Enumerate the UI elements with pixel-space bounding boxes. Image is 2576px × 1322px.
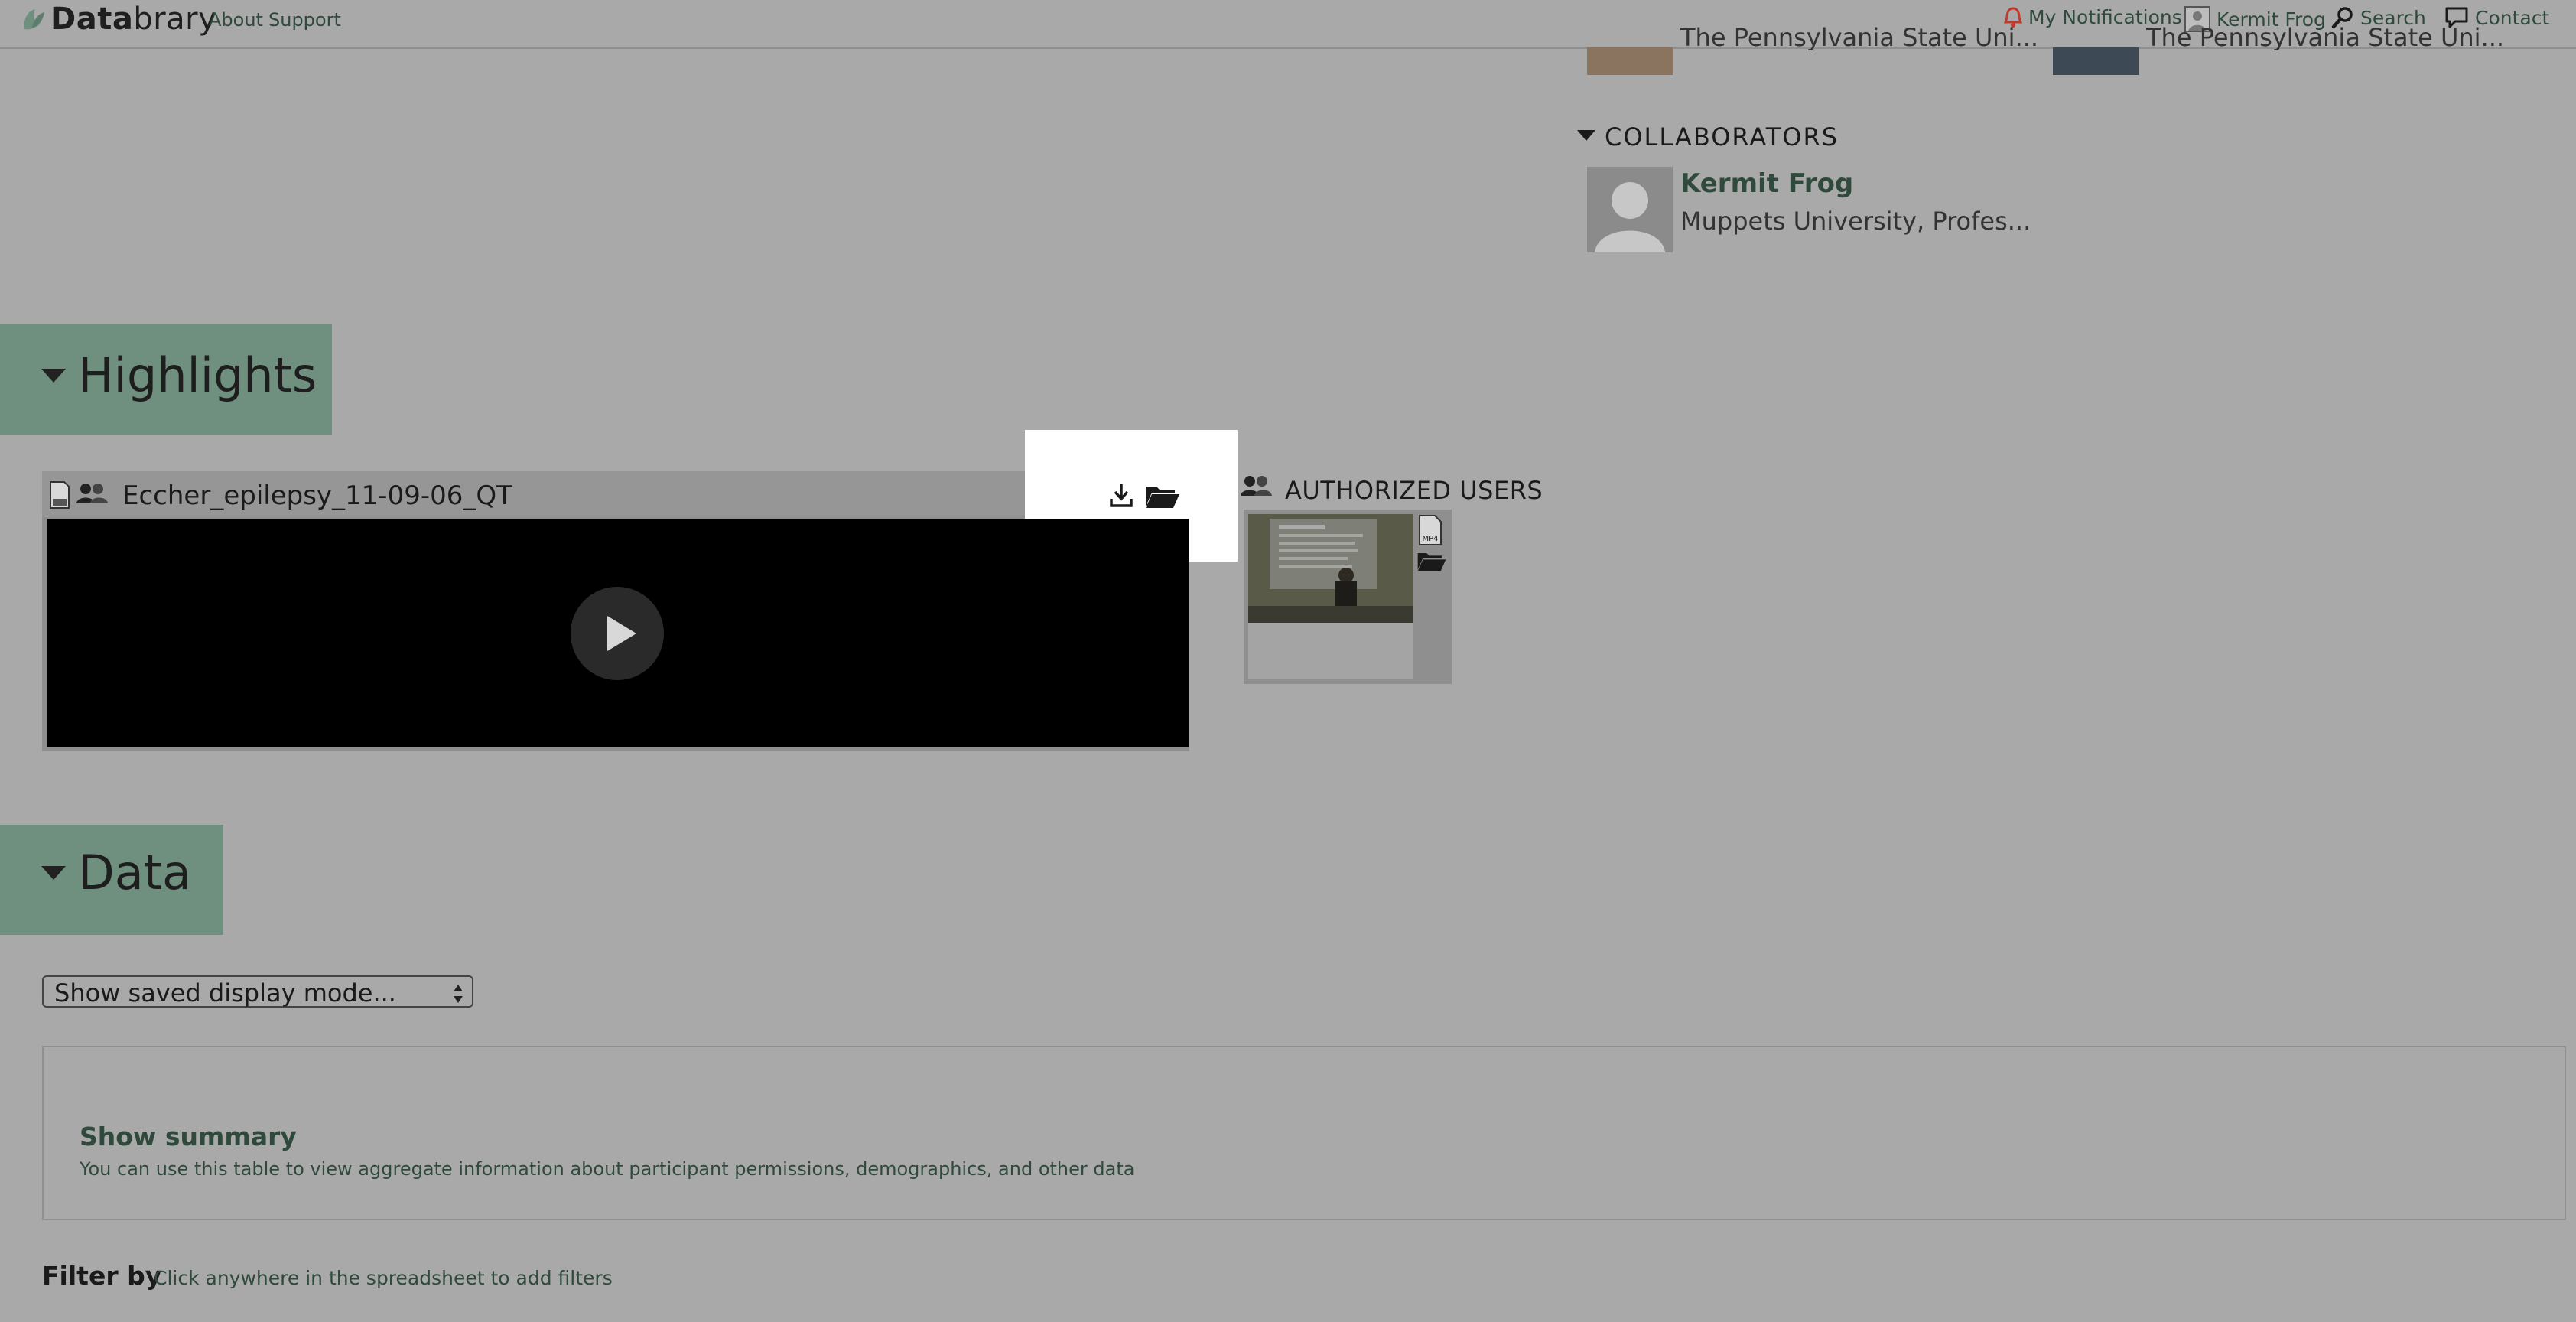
person-affiliation: The Pennsylvania State Uni...: [2146, 23, 2505, 50]
filter-hint-text: Click anywhere in the spreadsheet to add…: [154, 1267, 613, 1289]
highlights-section-header[interactable]: Highlights: [0, 324, 332, 435]
filter-by-label: Filter by: [42, 1261, 162, 1291]
open-folder-icon[interactable]: [1416, 549, 1447, 575]
person-affiliation: The Pennsylvania State Uni...: [1680, 23, 2039, 50]
avatar[interactable]: [1587, 167, 1673, 252]
brand-prefix: Data: [50, 2, 134, 37]
collapse-caret-icon[interactable]: [1577, 130, 1595, 141]
collaborator-name-link[interactable]: Kermit Frog: [1680, 168, 1853, 199]
select-arrows-icon: [452, 982, 464, 1011]
avatar[interactable]: [1587, 47, 1673, 75]
display-mode-selected-value: Show saved display mode...: [54, 978, 396, 1008]
highlights-heading: Highlights: [78, 347, 317, 403]
play-icon: [607, 616, 636, 651]
summary-panel: [42, 1046, 2566, 1220]
summary-description: You can use this table to view aggregate…: [80, 1158, 1135, 1180]
show-summary-link[interactable]: Show summary: [80, 1122, 297, 1151]
users-icon: [75, 482, 109, 508]
default-user-icon: [1587, 167, 1673, 252]
authorized-users-label: AUTHORIZED USERS: [1285, 476, 1543, 505]
display-mode-select[interactable]: Show saved display mode...: [42, 975, 473, 1008]
collaborator-affiliation: Muppets University, Profes...: [1680, 207, 2031, 236]
download-icon[interactable]: [1109, 482, 1134, 511]
play-button[interactable]: [571, 587, 664, 680]
collapse-caret-icon: [41, 866, 66, 880]
brand-suffix: brary: [133, 2, 217, 37]
nav-support-link[interactable]: Support: [268, 9, 341, 31]
file-format-label: MP4: [1422, 535, 1438, 543]
collaborators-heading: COLLABORATORS: [1605, 122, 1839, 151]
nav-about-link[interactable]: About: [209, 9, 263, 31]
open-folder-icon[interactable]: [1144, 482, 1181, 513]
data-heading: Data: [78, 845, 192, 900]
mp4-file-icon: MP4: [1418, 514, 1442, 549]
video-file-icon: [49, 480, 70, 513]
video-title: Eccher_epilepsy_11-09-06_QT: [122, 480, 512, 511]
brand-logo-text[interactable]: Databrary: [50, 2, 216, 37]
users-icon: [1239, 474, 1273, 500]
avatar[interactable]: [2053, 47, 2139, 75]
video-thumbnail[interactable]: [1248, 514, 1413, 623]
collapse-caret-icon: [41, 369, 66, 383]
databrary-logo-icon[interactable]: [21, 6, 46, 32]
data-section-header[interactable]: Data: [0, 825, 223, 935]
